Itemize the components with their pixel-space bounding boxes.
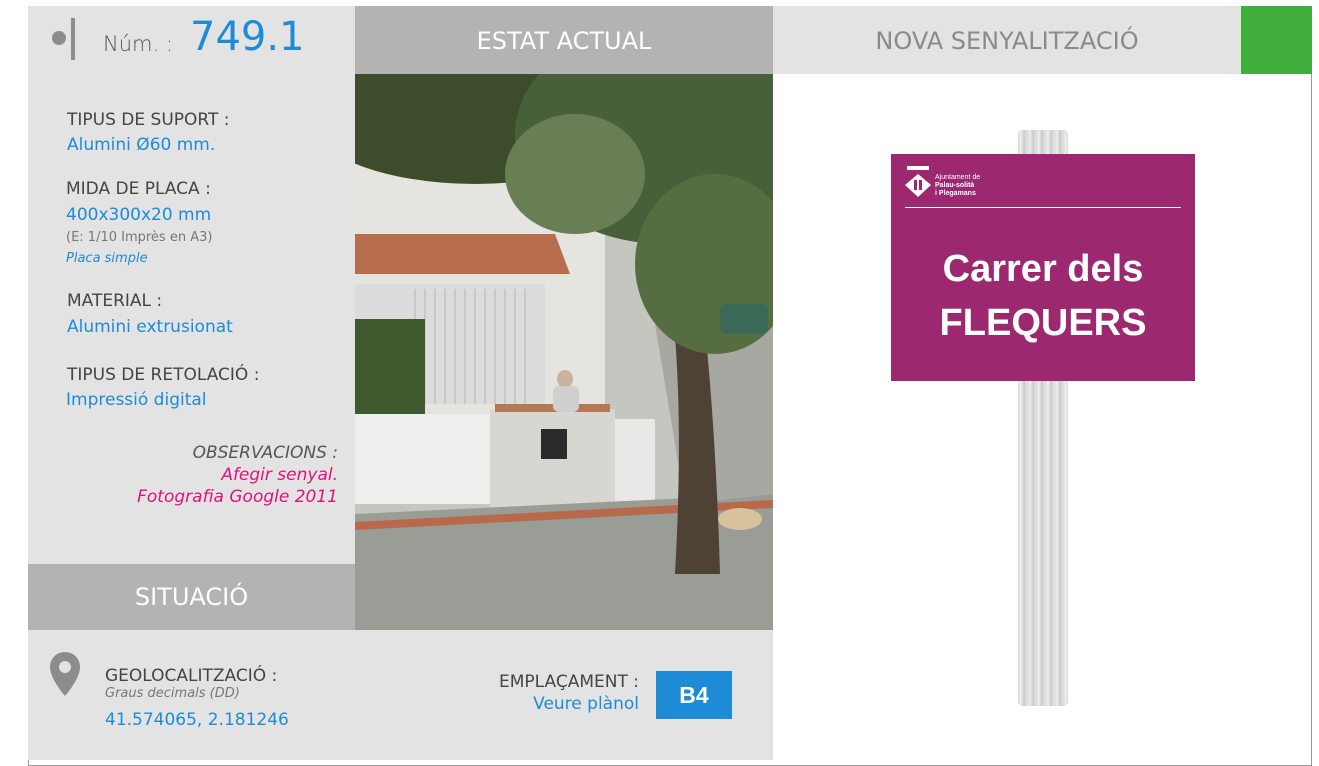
divider-bar xyxy=(71,18,75,60)
street-photo xyxy=(355,74,773,630)
spec-panel: TIPUS DE SUPORT : Alumini Ø60 mm. MIDA D… xyxy=(28,74,355,564)
geo-format: Graus decimals (DD) xyxy=(105,686,240,701)
new-signage-header: NOVA SENYALITZACIÓ xyxy=(773,6,1241,74)
bullet-icon xyxy=(52,31,66,45)
coordinates: 41.574065, 2.181246 xyxy=(105,710,289,730)
material-label: MATERIAL : xyxy=(67,291,163,311)
plate-size-label: MIDA DE PLACA : xyxy=(66,179,211,199)
plate-size-value: 400x300x20 mm xyxy=(66,205,212,225)
material-value: Alumini extrusionat xyxy=(67,317,233,337)
number-label: Núm. : xyxy=(103,32,173,56)
situation-header: SITUACIÓ xyxy=(28,564,355,630)
municipality-line2: Palau-solità xyxy=(935,182,975,189)
plate-type: Placa simple xyxy=(66,251,148,266)
placement-code-badge[interactable]: B4 xyxy=(656,671,732,719)
municipality-name: Ajuntament de Palau-solità i Plegamans xyxy=(935,174,980,198)
street-name-line2: FLEQUERS xyxy=(939,302,1147,344)
placement-link[interactable]: Veure plànol xyxy=(499,694,639,714)
placement-label: EMPLAÇAMENT : xyxy=(499,672,639,692)
lettering-label: TIPUS DE RETOLACIÓ : xyxy=(67,365,260,385)
municipal-crest-icon xyxy=(905,166,931,197)
support-label: TIPUS DE SUPORT : xyxy=(67,110,230,130)
support-value: Alumini Ø60 mm. xyxy=(67,135,216,155)
geolocation-label: GEOLOCALITZACIÓ : xyxy=(105,666,278,686)
street-photo-illustration xyxy=(355,74,773,630)
current-state-header: ESTAT ACTUAL xyxy=(355,6,773,74)
street-name-line1: Carrer dels xyxy=(942,248,1144,290)
municipality-line1: Ajuntament de xyxy=(935,174,981,181)
observations-block: OBSERVACIONS : Afegir senyal. Fotografia… xyxy=(137,443,338,507)
municipality-line3: i Plegamans xyxy=(935,190,976,197)
status-indicator xyxy=(1241,6,1312,74)
placement-block: EMPLAÇAMENT : Veure plànol xyxy=(499,672,639,714)
lettering-value: Impressió digital xyxy=(66,390,207,410)
number-value: 749.1 xyxy=(190,14,305,60)
scale-note: (E: 1/10 Imprès en A3) xyxy=(66,230,213,245)
map-pin-icon xyxy=(50,652,80,696)
street-sign-plate: Ajuntament de Palau-solità i Plegamans C… xyxy=(891,154,1195,381)
observations-line1: Afegir senyal. xyxy=(221,465,338,485)
plate-divider xyxy=(905,207,1181,208)
observations-label: OBSERVACIONS : xyxy=(192,443,338,463)
observations-line2: Fotografia Google 2011 xyxy=(137,487,338,507)
